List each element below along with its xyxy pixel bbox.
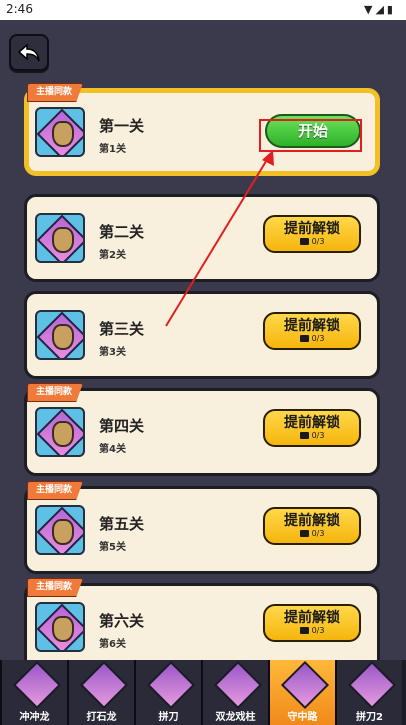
game-mode-icon — [347, 660, 397, 710]
bottom-tab-bar: 冲冲龙 打石龙 拼刀 双龙戏柱 守中路 拼刀2 — [0, 660, 406, 725]
game-mode-icon — [12, 660, 62, 710]
tab-label: 守中路 — [287, 712, 318, 723]
annotation-arrow — [165, 150, 274, 327]
tab-4[interactable]: 守中路 — [268, 660, 335, 725]
tab-label: 拼刀2 — [356, 712, 383, 723]
tab-2[interactable]: 拼刀 — [134, 660, 201, 725]
tab-label: 拼刀 — [158, 712, 179, 723]
game-mode-icon — [146, 660, 196, 710]
tab-5[interactable]: 拼刀2 — [335, 660, 402, 725]
game-mode-icon — [280, 660, 330, 710]
tab-label: 冲冲龙 — [19, 712, 50, 723]
tab-label: 双龙戏柱 — [215, 712, 256, 723]
tab-1[interactable]: 打石龙 — [67, 660, 134, 725]
tab-3[interactable]: 双龙戏柱 — [201, 660, 268, 725]
game-mode-icon — [79, 660, 129, 710]
tab-label: 打石龙 — [86, 712, 117, 723]
tab-0[interactable]: 冲冲龙 — [0, 660, 67, 725]
game-mode-icon — [213, 660, 263, 710]
